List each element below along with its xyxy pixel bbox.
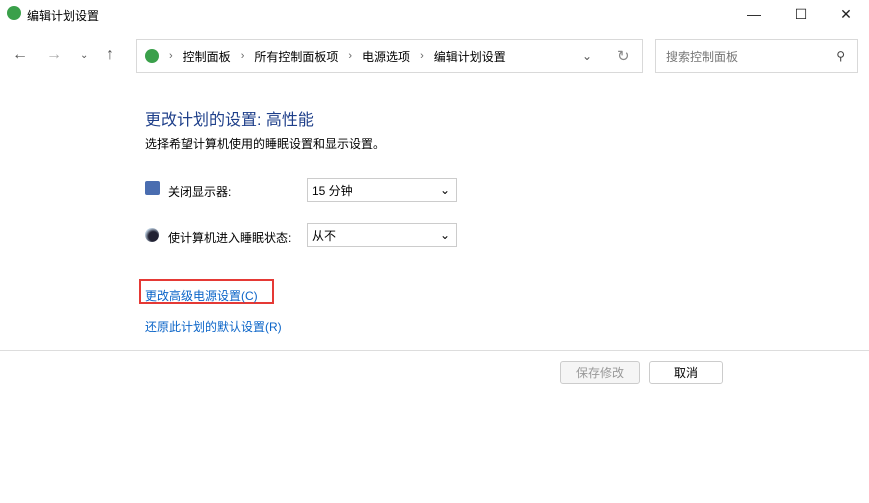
breadcrumb-item[interactable]: 控制面板 [183,48,231,65]
sleep-icon [145,228,159,242]
advanced-settings-link[interactable]: 更改高级电源设置(C) [145,287,258,304]
chevron-down-icon: ⌄ [439,183,450,197]
cancel-button[interactable]: 取消 [649,361,723,384]
search-icon[interactable]: ⚲ [836,49,845,63]
maximize-button[interactable]: ☐ [778,0,824,28]
back-icon[interactable]: ← [12,46,28,64]
chevron-right-icon: › [169,50,173,62]
minimize-button[interactable]: — [731,0,777,28]
chevron-down-icon: ⌄ [439,228,450,242]
restore-defaults-link[interactable]: 还原此计划的默认设置(R) [145,318,282,335]
breadcrumb-item[interactable]: 所有控制面板项 [254,48,338,65]
sleep-value: 从不 [312,228,337,243]
recent-dropdown-icon[interactable]: ⌄ [80,50,88,61]
divider [0,350,869,351]
breadcrumb-item[interactable]: 编辑计划设置 [434,48,506,65]
app-icon [7,6,21,20]
refresh-icon[interactable]: ↻ [617,47,630,65]
page-subtitle: 选择希望计算机使用的睡眠设置和显示设置。 [145,137,386,151]
control-panel-icon [145,49,159,63]
page-title: 更改计划的设置: 高性能 [145,112,314,129]
display-off-select[interactable]: 15 分钟 ⌄ [307,178,457,202]
chevron-right-icon: › [240,50,245,62]
window-title: 编辑计划设置 [27,9,100,23]
breadcrumb-item[interactable]: 电源选项 [362,48,410,65]
address-bar[interactable]: › 控制面板 › 所有控制面板项 › 电源选项 › 编辑计划设置 ⌄ ↻ [136,39,643,73]
display-icon [145,181,160,195]
search-input[interactable]: 搜索控制面板 ⚲ [655,39,858,73]
save-button[interactable]: 保存修改 [560,361,640,384]
chevron-right-icon: › [348,50,353,62]
display-off-value: 15 分钟 [312,183,353,198]
chevron-down-icon[interactable]: ⌄ [582,49,592,63]
chevron-right-icon: › [420,50,424,62]
sleep-select[interactable]: 从不 ⌄ [307,223,457,247]
close-button[interactable]: ✕ [823,0,869,28]
search-placeholder: 搜索控制面板 [666,49,739,64]
display-off-label: 关闭显示器: [168,185,232,199]
up-icon[interactable]: ↑ [106,46,114,64]
sleep-label: 使计算机进入睡眠状态: [168,231,292,245]
forward-icon[interactable]: → [46,46,62,64]
